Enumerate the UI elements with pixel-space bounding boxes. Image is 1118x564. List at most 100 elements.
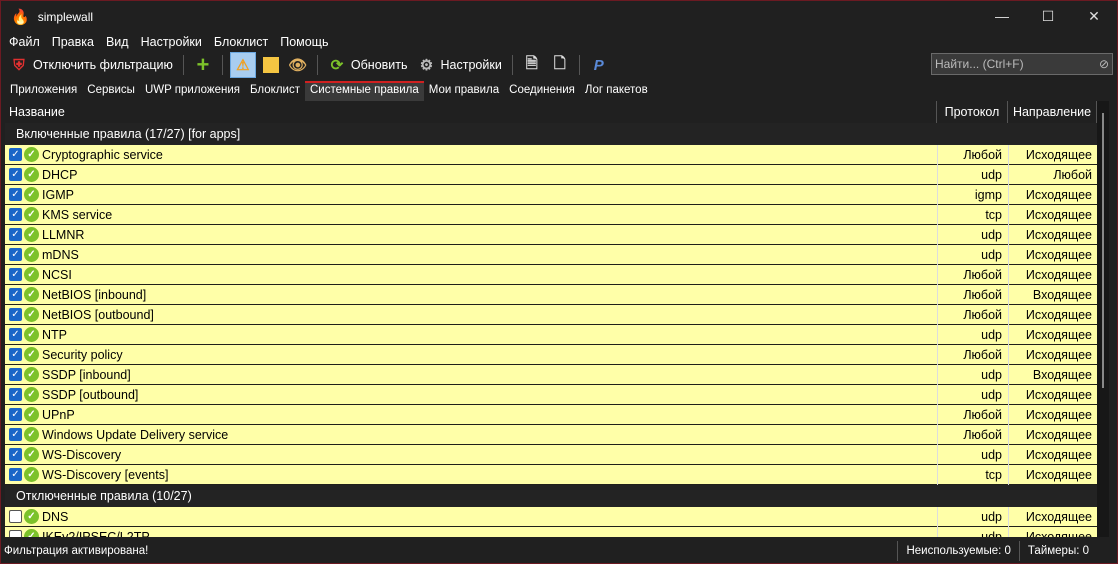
plus-icon: + <box>196 52 210 77</box>
rule-checkbox[interactable]: ✓ <box>9 428 22 441</box>
rule-name: SSDP [outbound] <box>42 387 139 402</box>
tab[interactable]: Системные правила <box>304 81 424 101</box>
table-row[interactable]: ✓ ✓ Cryptographic service Любой Исходящее <box>5 144 1098 165</box>
table-row[interactable]: ✓ ✓ NTP udp Исходящее <box>5 324 1098 345</box>
rule-checkbox[interactable]: ✓ <box>9 168 22 181</box>
log-clear-button[interactable]: 🗋 <box>548 52 572 78</box>
rules-list: Включенные правила (17/27) [for apps] ✓ ✓ C… <box>5 123 1098 537</box>
table-row[interactable]: ✓ ✓ NCSI Любой Исходящее <box>5 264 1098 285</box>
divider <box>221 55 223 75</box>
menu-item[interactable]: Правка <box>52 35 94 49</box>
menu-item[interactable]: Настройки <box>141 35 202 49</box>
tab[interactable]: Соединения <box>504 81 580 101</box>
rule-protocol: udp <box>937 384 1008 405</box>
rule-checkbox[interactable]: ✓ <box>9 348 22 361</box>
rule-name: IKEv2/IPSEC/L2TP <box>42 529 150 538</box>
scrollbar[interactable] <box>1097 101 1109 537</box>
menu-bar: Файл Правка Вид Настройки Блоклист Помощь <box>1 33 1117 51</box>
table-row[interactable]: ✓ DNS udp Исходящее <box>5 506 1098 527</box>
tab[interactable]: Приложения <box>5 81 82 101</box>
rule-checkbox[interactable]: ✓ <box>9 328 22 341</box>
warning-toggle-button[interactable]: ⚠ <box>229 52 256 78</box>
rule-direction: Исходящее <box>1008 264 1098 285</box>
rule-checkbox[interactable]: ✓ <box>9 208 22 221</box>
group-header[interactable]: Включенные правила (17/27) [for apps] <box>5 123 1098 145</box>
table-row[interactable]: ✓ ✓ Windows Update Delivery service Любой Ис… <box>5 424 1098 445</box>
rule-protocol: Любой <box>937 344 1008 365</box>
table-row[interactable]: ✓ IKEv2/IPSEC/L2TP udp Исходящее <box>5 526 1098 538</box>
note-button[interactable] <box>260 52 282 78</box>
window-title: simplewall <box>37 10 94 24</box>
rule-checkbox[interactable]: ✓ <box>9 288 22 301</box>
table-row[interactable]: ✓ ✓ Security policy Любой Исходящее <box>5 344 1098 365</box>
close-button[interactable]: ✕ <box>1071 1 1117 31</box>
rule-name: Windows Update Delivery service <box>42 427 229 442</box>
table-row[interactable]: ✓ ✓ mDNS udp Исходящее <box>5 244 1098 265</box>
table-row[interactable]: ✓ ✓ LLMNR udp Исходящее <box>5 224 1098 245</box>
menu-item[interactable]: Помощь <box>280 35 328 49</box>
tab[interactable]: Мои правила <box>424 81 504 101</box>
table-row[interactable]: ✓ ✓ SSDP [outbound] udp Исходящее <box>5 384 1098 405</box>
log-view-button[interactable]: 🗎 <box>520 52 544 78</box>
column-protocol[interactable]: Протокол <box>936 101 1007 123</box>
tab[interactable]: Блоклист <box>245 81 305 101</box>
rule-name: NetBIOS [outbound] <box>42 307 154 322</box>
check-circle-icon: ✓ <box>24 467 39 482</box>
tab[interactable]: Сервисы <box>82 81 140 101</box>
settings-button[interactable]: ⚙ Настройки <box>415 52 505 78</box>
rule-name: NetBIOS [inbound] <box>42 287 147 302</box>
menu-item[interactable]: Файл <box>9 35 40 49</box>
maximize-button[interactable]: ☐ <box>1025 1 1071 31</box>
rule-checkbox[interactable]: ✓ <box>9 188 22 201</box>
table-row[interactable]: ✓ ✓ KMS service tcp Исходящее <box>5 204 1098 225</box>
menu-item[interactable]: Вид <box>106 35 129 49</box>
check-circle-icon: ✓ <box>24 327 39 342</box>
eye-button[interactable]: 👁 <box>286 52 310 78</box>
search-input[interactable]: Найти... (Ctrl+F) ⊘ <box>931 53 1113 75</box>
rule-checkbox[interactable]: ✓ <box>9 228 22 241</box>
rule-checkbox[interactable]: ✓ <box>9 468 22 481</box>
rule-checkbox[interactable]: ✓ <box>9 148 22 161</box>
table-row[interactable]: ✓ ✓ NetBIOS [outbound] Любой Исходящее <box>5 304 1098 325</box>
rule-direction: Исходящее <box>1008 506 1098 527</box>
rule-name: NCSI <box>42 267 72 282</box>
search-clear-icon[interactable]: ⊘ <box>1099 57 1109 71</box>
donate-button[interactable]: P <box>587 52 611 78</box>
rule-checkbox[interactable] <box>9 510 22 523</box>
table-row[interactable]: ✓ ✓ WS-Discovery udp Исходящее <box>5 444 1098 465</box>
minimize-button[interactable]: — <box>979 1 1025 31</box>
list-header: Название Протокол Направление <box>1 101 1101 123</box>
scrollbar-thumb[interactable] <box>1102 113 1104 388</box>
rule-checkbox[interactable]: ✓ <box>9 448 22 461</box>
check-circle-icon: ✓ <box>24 187 39 202</box>
group-header[interactable]: Отключенные правила (10/27) <box>5 485 1098 507</box>
rule-checkbox[interactable] <box>9 530 22 537</box>
rule-checkbox[interactable]: ✓ <box>9 368 22 381</box>
table-row[interactable]: ✓ ✓ WS-Discovery [events] tcp Исходящее <box>5 464 1098 485</box>
tab[interactable]: Лог пакетов <box>580 81 653 101</box>
table-row[interactable]: ✓ ✓ NetBIOS [inbound] Любой Входящее <box>5 284 1098 305</box>
rule-checkbox[interactable]: ✓ <box>9 268 22 281</box>
table-row[interactable]: ✓ ✓ IGMP igmp Исходящее <box>5 184 1098 205</box>
add-button[interactable]: + <box>191 52 215 78</box>
rule-checkbox[interactable]: ✓ <box>9 308 22 321</box>
column-direction[interactable]: Направление <box>1007 101 1097 123</box>
refresh-button[interactable]: ⟳ Обновить <box>325 52 411 78</box>
rule-direction: Входящее <box>1008 284 1098 305</box>
rule-name: SSDP [inbound] <box>42 367 131 382</box>
table-row[interactable]: ✓ ✓ SSDP [inbound] udp Входящее <box>5 364 1098 385</box>
check-circle-icon: ✓ <box>24 387 39 402</box>
tab[interactable]: UWP приложения <box>140 81 245 101</box>
rule-checkbox[interactable]: ✓ <box>9 388 22 401</box>
note-icon <box>262 57 279 73</box>
column-name[interactable]: Название <box>1 105 936 119</box>
rule-checkbox[interactable]: ✓ <box>9 248 22 261</box>
rule-checkbox[interactable]: ✓ <box>9 408 22 421</box>
table-row[interactable]: ✓ ✓ UPnP Любой Исходящее <box>5 404 1098 425</box>
menu-item[interactable]: Блоклист <box>214 35 268 49</box>
table-row[interactable]: ✓ ✓ DHCP udp Любой <box>5 164 1098 185</box>
rule-protocol: Любой <box>937 304 1008 325</box>
rule-direction: Исходящее <box>1008 526 1098 537</box>
disable-filter-button[interactable]: ⛨ Отключить фильтрацию <box>7 52 176 78</box>
rule-direction: Исходящее <box>1008 464 1098 485</box>
